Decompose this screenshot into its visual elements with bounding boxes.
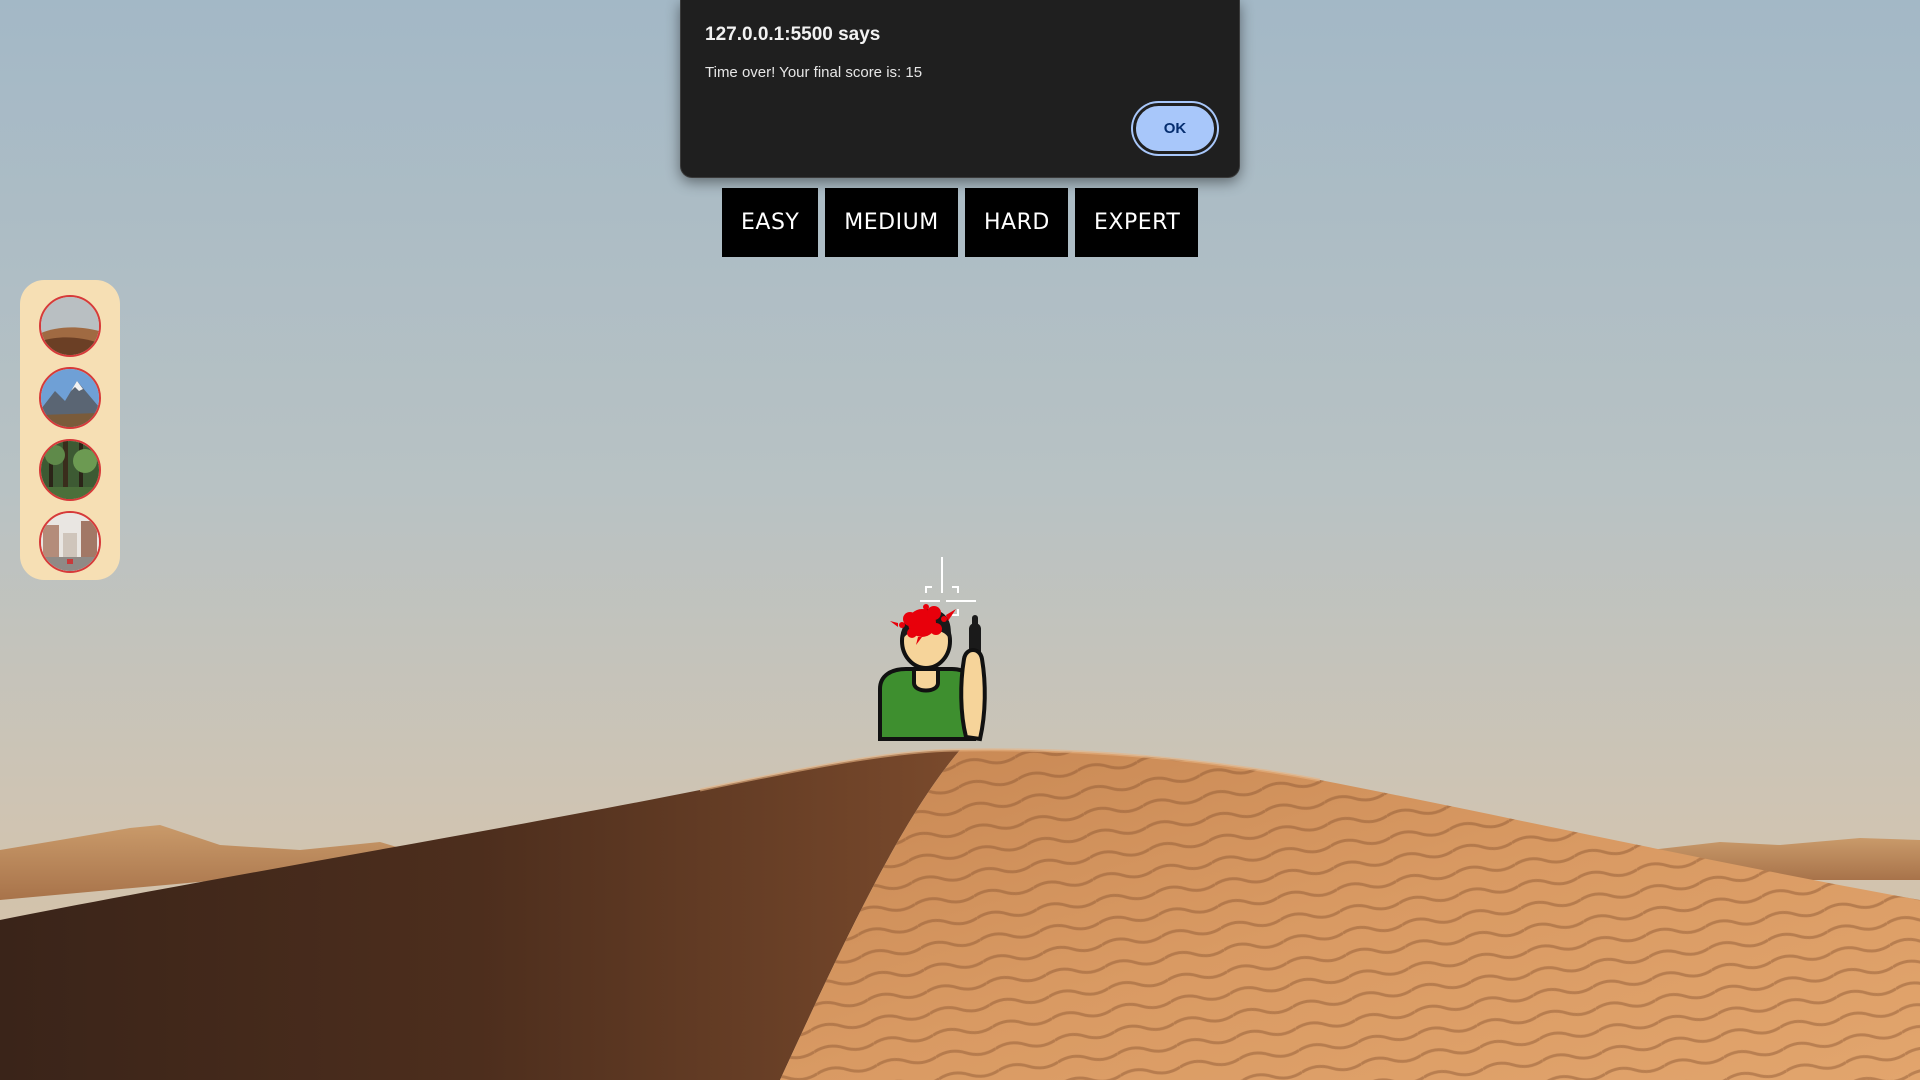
expert-button[interactable]: EXPERT [1075, 188, 1198, 257]
map-desert-button[interactable] [39, 295, 101, 357]
city-street-icon [41, 513, 99, 571]
alert-dialog: 127.0.0.1:5500 says Time over! Your fina… [680, 0, 1240, 178]
map-city-button[interactable] [39, 511, 101, 573]
alert-origin-title: 127.0.0.1:5500 says [705, 24, 881, 45]
easy-button[interactable]: EASY [722, 188, 818, 257]
map-mountains-button[interactable] [39, 367, 101, 429]
ok-button[interactable]: OK [1133, 103, 1217, 154]
desert-dune-icon [41, 297, 99, 355]
forest-icon [41, 441, 99, 499]
map-selector [20, 280, 120, 580]
mountains-icon [41, 369, 99, 427]
medium-button[interactable]: MEDIUM [825, 188, 958, 257]
game-scene[interactable]: EASY MEDIUM HARD EXPERT 127.0.0.1:5500 s… [0, 0, 1920, 1080]
map-forest-button[interactable] [39, 439, 101, 501]
hard-button[interactable]: HARD [965, 188, 1068, 257]
difficulty-bar: EASY MEDIUM HARD EXPERT [0, 188, 1920, 257]
alert-message: Time over! Your final score is: 15 [705, 64, 923, 81]
soldier-character[interactable] [870, 553, 990, 743]
